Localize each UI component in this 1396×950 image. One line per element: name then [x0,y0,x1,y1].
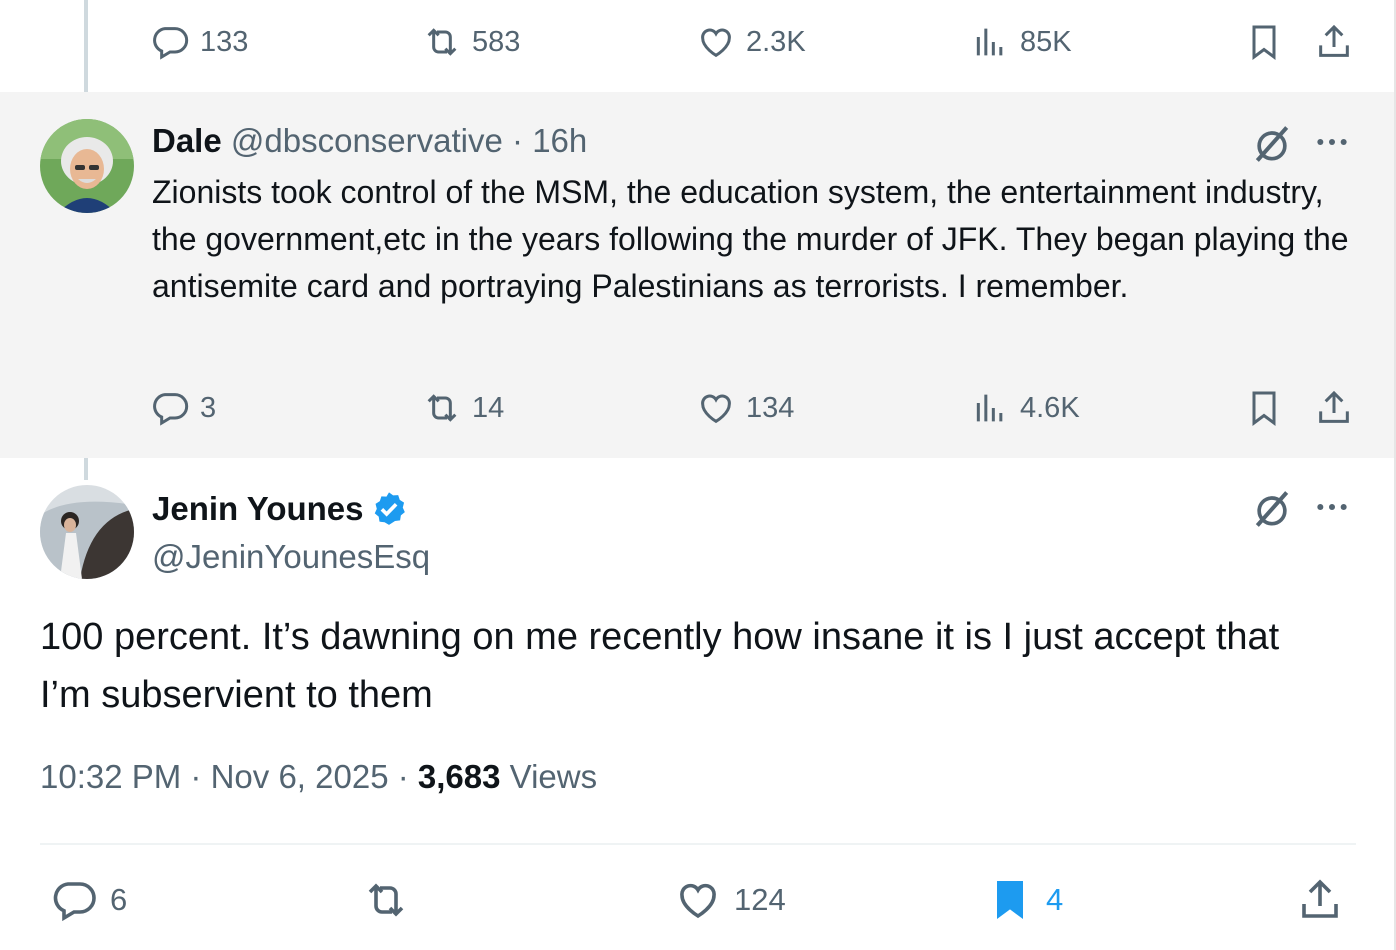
reply-count: 6 [110,882,128,917]
bookmark-button[interactable] [1244,378,1284,438]
grok-icon[interactable] [1250,122,1294,166]
main-post-action-bar: 6 124 4 [0,868,1396,932]
share-button[interactable] [1296,868,1344,932]
repost-button[interactable]: 583 [422,12,520,72]
bookmark-icon [1252,391,1276,426]
like-button[interactable]: 134 [696,378,794,438]
like-icon [701,394,731,424]
post-time[interactable]: 16h [532,122,587,159]
views-icon [976,394,1003,422]
like-count: 2.3K [746,25,806,58]
repost-count: 14 [472,391,505,424]
repost-icon [427,28,457,56]
separator: · [397,758,409,795]
reply-post-action-bar: 3 14 134 4.6K [0,378,1396,438]
verified-badge-icon [374,492,405,525]
repost-button[interactable] [362,868,410,932]
share-icon [1319,390,1349,423]
conversation-frame: 133 583 2.3K 85K Dale @dbsconservative ·… [0,0,1396,950]
avatar[interactable] [40,485,134,579]
views-label: Views [509,758,598,795]
reply-icon [153,393,189,426]
bookmark-button[interactable] [1244,12,1284,72]
like-count: 134 [746,391,795,424]
bookmark-button[interactable]: 4 [986,868,1063,932]
reply-count: 133 [200,25,249,58]
grok-icon[interactable] [1250,487,1294,531]
post-meta: 10:32 PM · Nov 6, 2025 · 3,683 Views [40,758,597,796]
repost-icon [427,394,457,422]
separator: · [512,122,524,159]
repost-icon [368,883,404,917]
reply-post-header: Dale @dbsconservative · 16h [152,122,587,160]
reply-button[interactable]: 6 [50,868,127,932]
like-count: 124 [734,882,786,917]
repost-count: 583 [472,25,521,58]
views-button[interactable]: 85K [970,12,1072,72]
views-count: 85K [1020,25,1072,58]
like-icon [701,28,731,58]
more-icon[interactable] [1312,122,1352,162]
reply-count: 3 [200,391,217,424]
author-handle[interactable]: @dbsconservative [231,122,503,159]
avatar[interactable] [40,119,134,213]
bookmark-icon [1252,25,1276,60]
main-post-author-name[interactable]: Jenin Younes [152,490,408,528]
separator: · [190,758,202,795]
post-time[interactable]: 10:32 PM [40,758,181,795]
like-button[interactable]: 2.3K [696,12,806,72]
share-button[interactable] [1314,378,1354,438]
divider [40,843,1356,845]
like-button[interactable]: 124 [674,868,786,932]
post-date[interactable]: Nov 6, 2025 [211,758,389,795]
top-post-action-bar: 133 583 2.3K 85K [0,12,1396,72]
main-post-text: 100 percent. It’s dawning on me recently… [40,616,1280,716]
like-icon [680,883,716,919]
repost-button[interactable]: 14 [422,378,504,438]
bookmark-icon [997,881,1023,919]
reply-post[interactable]: Dale @dbsconservative · 16h Zionists too… [0,92,1394,458]
views-button[interactable]: 4.6K [970,378,1080,438]
share-icon [1319,24,1349,57]
views-count: 4.6K [1020,391,1080,424]
more-icon[interactable] [1312,487,1352,527]
reply-icon [153,27,189,60]
bookmark-count: 4 [1046,882,1064,917]
reply-icon [53,882,96,922]
views-icon [976,28,1003,56]
author-name[interactable]: Jenin Younes [152,490,364,527]
share-icon [1302,879,1338,918]
reply-button[interactable]: 133 [150,12,248,72]
author-name[interactable]: Dale [152,122,222,159]
share-button[interactable] [1314,12,1354,72]
reply-post-text: Zionists took control of the MSM, the ed… [152,174,1349,304]
views-count: 3,683 [417,758,501,795]
reply-button[interactable]: 3 [150,378,216,438]
author-handle[interactable]: @JeninYounesEsq [152,538,430,576]
